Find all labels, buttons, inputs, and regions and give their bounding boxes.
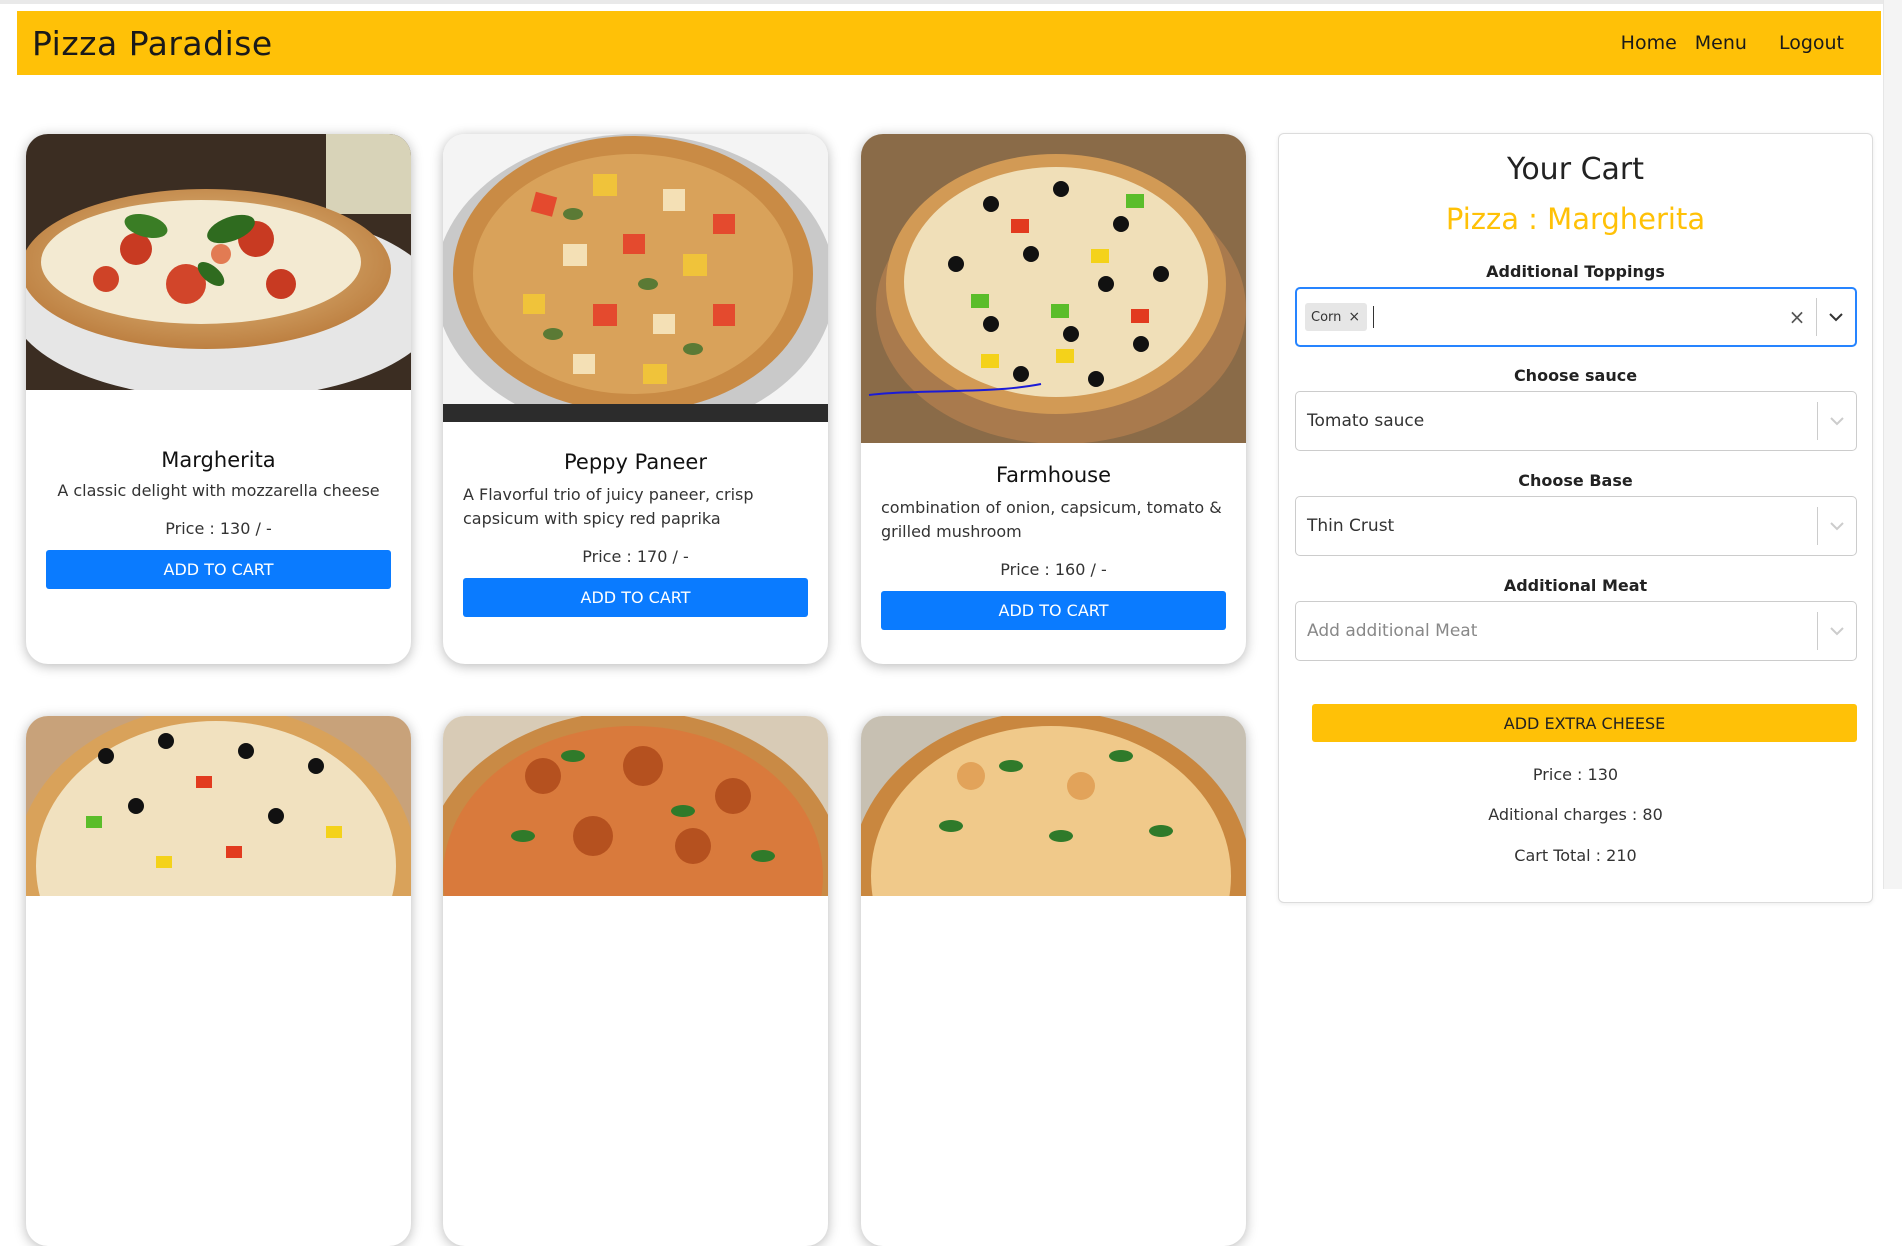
meat-placeholder: Add additional Meat <box>1307 621 1478 641</box>
add-to-cart-button[interactable]: ADD TO CART <box>881 591 1226 630</box>
navbar: Pizza Paradise Home Menu Logout <box>17 11 1881 75</box>
page-scrollbar[interactable] <box>1883 0 1902 889</box>
add-extra-cheese-button[interactable]: ADD EXTRA CHEESE <box>1312 704 1857 742</box>
chevron-down-icon[interactable] <box>1818 521 1856 531</box>
peppy-paneer-card-body: Peppy Paneer A Flavorful trio of juicy p… <box>443 422 828 617</box>
product-name: Margherita <box>161 448 276 472</box>
pizza-image-4 <box>26 716 411 896</box>
base-value: Thin Crust <box>1307 516 1395 536</box>
clear-icon[interactable]: × <box>1778 305 1816 329</box>
product-card-4 <box>26 716 411 1246</box>
chevron-down-icon[interactable] <box>1818 626 1856 636</box>
meat-label: Additional Meat <box>1503 576 1648 595</box>
product-description: combination of onion, capsicum, tomato &… <box>881 498 1222 541</box>
add-to-cart-button[interactable]: ADD TO CART <box>463 578 808 617</box>
product-price: Price : 130 / - <box>165 519 272 538</box>
meat-select[interactable]: Add additional Meat <box>1295 601 1857 661</box>
margherita-card-body: Margherita A classic delight with mozzar… <box>26 390 411 589</box>
product-description: A Flavorful trio of juicy paneer, crisp … <box>463 485 754 528</box>
add-to-cart-button[interactable]: ADD TO CART <box>46 550 391 589</box>
product-card-farmhouse: Farmhouse combination of onion, capsicum… <box>861 134 1246 664</box>
brand-logo[interactable]: Pizza Paradise <box>32 24 273 63</box>
toppings-label: Additional Toppings <box>1486 262 1665 281</box>
remove-chip-icon[interactable]: × <box>1341 309 1367 325</box>
text-caret <box>1373 306 1375 328</box>
product-card-5 <box>443 716 828 1246</box>
pizza-image-5 <box>443 716 828 896</box>
meat-value: Add additional Meat <box>1296 621 1817 641</box>
cart-title: Your Cart <box>1506 152 1644 187</box>
product-description: A classic delight with mozzarella cheese <box>57 481 380 500</box>
nav-logout-link[interactable]: Logout <box>1770 32 1853 54</box>
cart-panel: Your Cart Pizza : Margherita Additional … <box>1278 133 1873 903</box>
topping-chip-label: Corn <box>1311 309 1342 325</box>
pizza-image-6 <box>861 716 1246 896</box>
sauce-label: Choose sauce <box>1513 366 1638 385</box>
base-select[interactable]: Thin Crust <box>1295 496 1857 556</box>
nav-home-link[interactable]: Home <box>1612 32 1686 54</box>
farmhouse-card-body: Farmhouse combination of onion, capsicum… <box>861 443 1246 630</box>
toppings-multiselect[interactable]: Corn × × <box>1295 287 1857 347</box>
chevron-down-icon[interactable] <box>1818 416 1856 426</box>
product-card-peppy-paneer: Peppy Paneer A Flavorful trio of juicy p… <box>443 134 828 664</box>
sauce-value: Tomato sauce <box>1307 411 1425 431</box>
cart-price: Price : 130 <box>1532 765 1619 784</box>
chevron-down-icon[interactable] <box>1817 312 1855 322</box>
toppings-value-container[interactable]: Corn × <box>1297 303 1778 331</box>
window-top-edge <box>0 0 1902 4</box>
product-price: Price : 170 / - <box>582 547 689 566</box>
product-name: Farmhouse <box>995 463 1112 487</box>
margherita-image <box>26 134 411 390</box>
product-price: Price : 160 / - <box>1000 560 1107 579</box>
peppy-paneer-image <box>443 134 828 422</box>
topping-chip-corn: Corn × <box>1305 303 1368 331</box>
product-name: Peppy Paneer <box>564 450 707 474</box>
sauce-select[interactable]: Tomato sauce <box>1295 391 1857 451</box>
farmhouse-image <box>861 134 1246 443</box>
cart-additional-charges: Aditional charges : 80 <box>1488 805 1663 824</box>
cart-pizza-name: Pizza : Margherita <box>1445 202 1706 236</box>
product-card-6 <box>861 716 1246 1246</box>
base-label: Choose Base <box>1518 471 1633 490</box>
product-card-margherita: Margherita A classic delight with mozzar… <box>26 134 411 664</box>
cart-total: Cart Total : 210 <box>1514 846 1637 865</box>
nav-links: Home Menu Logout <box>1612 32 1853 54</box>
nav-menu-link[interactable]: Menu <box>1686 32 1756 54</box>
